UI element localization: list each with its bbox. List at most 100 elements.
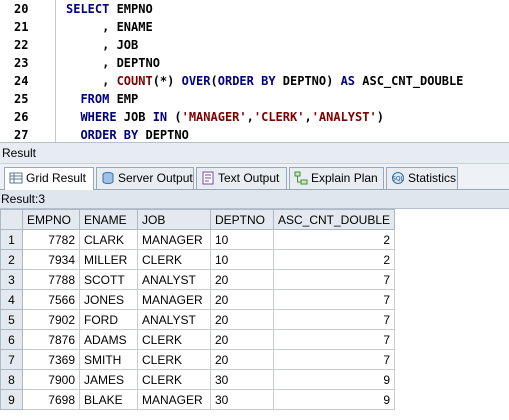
- cell-deptno[interactable]: 10: [210, 229, 274, 250]
- cell-empno[interactable]: 7782: [22, 229, 80, 250]
- cell-asc-cnt-double[interactable]: 7: [272, 329, 396, 350]
- cell-job[interactable]: ANALYST: [137, 309, 211, 330]
- column-header-asc-cnt-double[interactable]: ASC_CNT_DOUBLE: [272, 209, 396, 230]
- row-number[interactable]: 2: [0, 249, 23, 270]
- tab-server-output[interactable]: Server Output: [96, 167, 194, 189]
- cell-ename[interactable]: CLARK: [79, 229, 138, 250]
- cell-job[interactable]: CLERK: [137, 329, 211, 350]
- table-row[interactable]: 8 7900 JAMES CLERK 30 9: [0, 369, 396, 390]
- cell-empno[interactable]: 7566: [22, 289, 80, 310]
- table-row[interactable]: 7 7369 SMITH CLERK 20 7: [0, 349, 396, 370]
- cell-asc-cnt-double[interactable]: 9: [272, 369, 396, 390]
- sql-string: 'ANALYST': [311, 110, 377, 124]
- sql-token: EMPNO: [116, 2, 153, 16]
- cell-empno[interactable]: 7876: [22, 329, 80, 350]
- cell-deptno[interactable]: 10: [210, 249, 274, 270]
- cell-job[interactable]: CLERK: [137, 249, 211, 270]
- cell-empno[interactable]: 7900: [22, 369, 80, 390]
- sql-token: (: [167, 110, 182, 124]
- tab-grid-result[interactable]: Grid Result: [4, 167, 94, 190]
- cell-ename[interactable]: JONES: [79, 289, 138, 310]
- cell-deptno[interactable]: 20: [210, 289, 274, 310]
- cell-deptno[interactable]: 20: [210, 349, 274, 370]
- table-row[interactable]: 9 7698 BLAKE MANAGER 30 9: [0, 389, 396, 410]
- line-number: 26: [14, 110, 29, 124]
- tab-label: Statistics: [408, 171, 457, 185]
- sql-token: ASC_CNT_DOUBLE: [355, 74, 464, 88]
- svg-text:SQL: SQL: [392, 176, 405, 183]
- cell-deptno[interactable]: 20: [210, 329, 274, 350]
- cell-asc-cnt-double[interactable]: 7: [272, 349, 396, 370]
- row-number[interactable]: 4: [0, 289, 23, 310]
- cell-ename[interactable]: MILLER: [79, 249, 138, 270]
- cell-deptno[interactable]: 30: [210, 389, 274, 410]
- column-header-ename[interactable]: ENAME: [79, 209, 138, 230]
- cell-deptno[interactable]: 20: [210, 309, 274, 330]
- sql-token: (*): [152, 74, 182, 88]
- code-line[interactable]: 20 SELECT EMPNO: [0, 0, 509, 18]
- cell-ename[interactable]: BLAKE: [79, 389, 138, 410]
- code-line[interactable]: 24 , COUNT(*) OVER(ORDER BY DEPTNO) AS A…: [0, 72, 509, 90]
- sql-token: DEPTNO): [275, 74, 341, 88]
- table-row[interactable]: 2 7934 MILLER CLERK 10 2: [0, 249, 396, 270]
- code-text: SELECT EMPNO: [66, 0, 153, 18]
- row-number[interactable]: 6: [0, 329, 23, 350]
- cell-ename[interactable]: FORD: [79, 309, 138, 330]
- cell-job[interactable]: MANAGER: [137, 389, 211, 410]
- row-number[interactable]: 5: [0, 309, 23, 330]
- cell-empno[interactable]: 7902: [22, 309, 80, 330]
- cell-job[interactable]: CLERK: [137, 349, 211, 370]
- cell-deptno[interactable]: 30: [210, 369, 274, 390]
- cell-empno[interactable]: 7788: [22, 269, 80, 290]
- cell-ename[interactable]: SCOTT: [79, 269, 138, 290]
- code-line[interactable]: 26 WHERE JOB IN ('MANAGER','CLERK','ANAL…: [0, 108, 509, 126]
- statistics-icon: SQL: [391, 171, 405, 185]
- row-number[interactable]: 9: [0, 389, 23, 410]
- table-row[interactable]: 3 7788 SCOTT ANALYST 20 7: [0, 269, 396, 290]
- column-header-deptno[interactable]: DEPTNO: [210, 209, 274, 230]
- cell-empno[interactable]: 7698: [22, 389, 80, 410]
- table-row[interactable]: 4 7566 JONES MANAGER 20 7: [0, 289, 396, 310]
- cell-asc-cnt-double[interactable]: 9: [272, 389, 396, 410]
- cell-asc-cnt-double[interactable]: 7: [272, 269, 396, 290]
- row-number[interactable]: 1: [0, 229, 23, 250]
- line-number: 20: [14, 2, 29, 16]
- tab-statistics[interactable]: SQL Statistics: [386, 167, 458, 189]
- cell-ename[interactable]: ADAMS: [79, 329, 138, 350]
- tab-label: Text Output: [218, 171, 280, 185]
- sql-token: ,: [66, 74, 117, 88]
- row-number[interactable]: 7: [0, 349, 23, 370]
- table-row[interactable]: 1 7782 CLARK MANAGER 10 2: [0, 229, 396, 250]
- cell-ename[interactable]: JAMES: [79, 369, 138, 390]
- cell-deptno[interactable]: 20: [210, 269, 274, 290]
- table-row[interactable]: 6 7876 ADAMS CLERK 20 7: [0, 329, 396, 350]
- code-line[interactable]: 23 , DEPTNO: [0, 54, 509, 72]
- code-text: , DEPTNO: [66, 54, 160, 72]
- cell-job[interactable]: MANAGER: [137, 289, 211, 310]
- cell-empno[interactable]: 7934: [22, 249, 80, 270]
- column-header-job[interactable]: JOB: [137, 209, 211, 230]
- code-line[interactable]: 27 ORDER BY DEPTNO: [0, 126, 509, 142]
- grid-corner[interactable]: [0, 209, 23, 230]
- code-line[interactable]: 25 FROM EMP: [0, 90, 509, 108]
- cell-job[interactable]: MANAGER: [137, 229, 211, 250]
- code-line[interactable]: 22 , JOB: [0, 36, 509, 54]
- cell-job[interactable]: ANALYST: [137, 269, 211, 290]
- table-row[interactable]: 5 7902 FORD ANALYST 20 7: [0, 309, 396, 330]
- row-number[interactable]: 3: [0, 269, 23, 290]
- tab-text-output[interactable]: Text Output: [196, 167, 287, 189]
- sql-token: JOB: [116, 110, 153, 124]
- sql-editor[interactable]: 20 SELECT EMPNO 21 , ENAME 22 , JOB 23 , DEP…: [0, 0, 509, 142]
- cell-asc-cnt-double[interactable]: 2: [272, 229, 396, 250]
- cell-asc-cnt-double[interactable]: 7: [272, 309, 396, 330]
- tab-explain-plan[interactable]: Explain Plan: [289, 167, 384, 189]
- code-line[interactable]: 21 , ENAME: [0, 18, 509, 36]
- cell-job[interactable]: CLERK: [137, 369, 211, 390]
- sql-token: DEPTNO: [138, 128, 189, 142]
- cell-ename[interactable]: SMITH: [79, 349, 138, 370]
- cell-asc-cnt-double[interactable]: 7: [272, 289, 396, 310]
- row-number[interactable]: 8: [0, 369, 23, 390]
- column-header-empno[interactable]: EMPNO: [22, 209, 80, 230]
- cell-asc-cnt-double[interactable]: 2: [272, 249, 396, 270]
- cell-empno[interactable]: 7369: [22, 349, 80, 370]
